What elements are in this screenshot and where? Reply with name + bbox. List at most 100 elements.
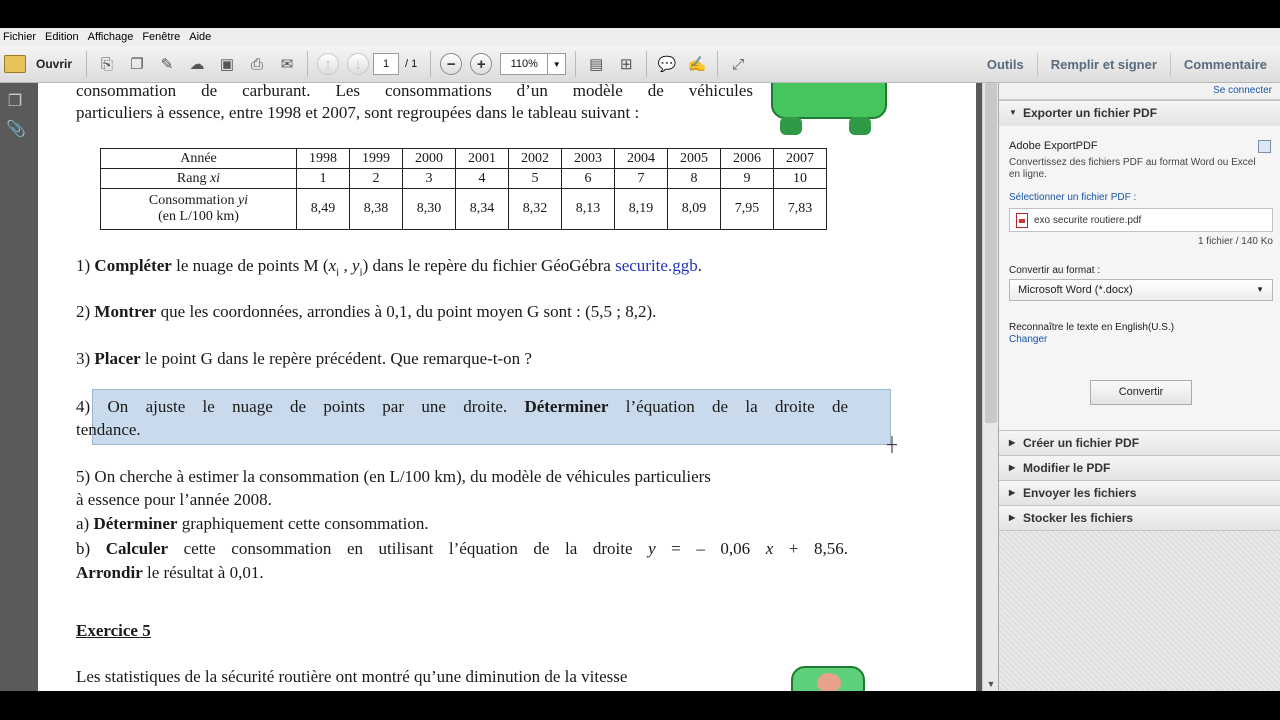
page-thumbnails-icon[interactable]: ❐	[6, 93, 24, 111]
save-icon[interactable]: ▣	[215, 52, 239, 76]
table-cell: 8,19	[614, 188, 668, 230]
fill-sign-button[interactable]: Remplir et signer	[1038, 57, 1170, 72]
table-cell: 8,32	[508, 188, 562, 230]
intro-line: consommation de carburant. Les consommat…	[76, 83, 753, 100]
scroll-down-icon[interactable]: ▼	[983, 679, 999, 689]
fit-page-icon[interactable]: ▤	[584, 52, 608, 76]
convert-button[interactable]: Convertir	[1090, 380, 1192, 405]
change-language-link[interactable]: Changer	[1009, 334, 1047, 345]
table-cell: 2002	[508, 148, 562, 169]
menu-aide[interactable]: Aide	[186, 31, 217, 43]
table-cell: 6	[561, 168, 615, 189]
format-select[interactable]: Microsoft Word (*.docx) ▼	[1009, 279, 1273, 301]
select-pdf-label[interactable]: Sélectionner un fichier PDF :	[1009, 192, 1136, 203]
table-header-rank: Rang xi	[100, 168, 297, 189]
zoom-select[interactable]: 110% ▼	[500, 53, 567, 75]
copy-icon[interactable]	[1258, 140, 1271, 153]
triangle-right-icon: ▶	[1009, 513, 1016, 522]
email-icon[interactable]: ✉	[275, 52, 299, 76]
chevron-down-icon: ▼	[1256, 285, 1264, 294]
upload-cloud-icon[interactable]: ☁	[185, 52, 209, 76]
send-files-section-header[interactable]: ▶ Envoyer les fichiers	[999, 480, 1280, 505]
exercise-5-line1: Les statistiques de la sécurité routière…	[76, 667, 628, 686]
zoom-in-icon[interactable]: +	[470, 53, 493, 75]
document-viewer[interactable]: consommation de carburant. Les consommat…	[30, 83, 998, 691]
question-5c: Arrondir le résultat à 0,01.	[76, 563, 264, 582]
highlight-icon[interactable]: ✍	[685, 52, 709, 76]
toolbar-divider	[575, 51, 577, 77]
store-files-section-header[interactable]: ▶ Stocker les fichiers	[999, 505, 1280, 530]
table-cell: 7,83	[773, 188, 827, 230]
zoom-value: 110%	[510, 58, 538, 70]
question-5a: a) Déterminer graphiquement cette consom…	[76, 514, 429, 533]
table-header-year: Année	[100, 148, 297, 169]
toolbar-divider	[86, 51, 88, 77]
selected-file-box[interactable]: exo securite routiere.pdf	[1009, 208, 1273, 232]
export-pdf-panel: Adobe ExportPDF Convertissez des fichier…	[999, 126, 1280, 430]
question-3: 3) Placer le point G dans le repère préc…	[76, 349, 532, 368]
chevron-down-icon[interactable]: ▼	[547, 54, 565, 74]
create-pdf-section-header[interactable]: ▶ Créer un fichier PDF	[999, 430, 1280, 455]
folder-icon	[4, 55, 26, 73]
table-cell: 9	[720, 168, 774, 189]
table-cell: 5	[508, 168, 562, 189]
table-cell: 8,34	[455, 188, 509, 230]
table-cell: 2	[349, 168, 403, 189]
navigation-pane: ❐ 📎	[0, 83, 30, 691]
print-icon[interactable]: ⎙	[245, 52, 269, 76]
table-cell: 8,30	[402, 188, 456, 230]
data-table: Année 1998 1999 2000 2001 2002 2003 2004…	[100, 148, 827, 230]
question-5b: b) Calculer cette consommation en utilis…	[76, 539, 848, 558]
table-cell: 8,13	[561, 188, 615, 230]
menu-fichier[interactable]: Fichier	[0, 31, 42, 43]
combine-files-icon[interactable]: ❐	[125, 52, 149, 76]
next-page-icon[interactable]: ↓	[347, 53, 370, 75]
menu-fenetre[interactable]: Fenêtre	[139, 31, 186, 43]
car-wheel	[849, 117, 871, 135]
tools-pane: Se connecter ▼ Exporter un fichier PDF A…	[998, 83, 1280, 691]
toolbar: Ouvrir ⎘ ❐ ✎ ☁ ▣ ⎙ ✉ ↑ ↓ 1 / 1 − + 110% …	[0, 46, 1280, 83]
export-pdf-section-header[interactable]: ▼ Exporter un fichier PDF	[999, 100, 1280, 125]
crosshair-cursor-icon: ┼	[887, 438, 897, 453]
sign-in-link[interactable]: Se connecter	[999, 83, 1280, 100]
attachments-icon[interactable]: 📎	[6, 121, 26, 139]
table-cell: 8,09	[667, 188, 721, 230]
table-header-consumption: Consommation yi (en L/100 km)	[100, 188, 297, 230]
convert-to-label: Convertir au format :	[1009, 265, 1101, 276]
table-cell: 2007	[773, 148, 827, 169]
sticky-note-icon[interactable]: 💬	[655, 52, 679, 76]
create-pdf-icon[interactable]: ⎘	[95, 52, 119, 76]
triangle-down-icon: ▼	[1009, 108, 1017, 117]
table-cell: 8,49	[296, 188, 350, 230]
triangle-right-icon: ▶	[1009, 463, 1016, 472]
expand-icon[interactable]: ⤢	[726, 52, 750, 76]
car-wheel	[780, 117, 802, 135]
edit-pdf-section-header[interactable]: ▶ Modifier le PDF	[999, 455, 1280, 480]
vertical-scrollbar[interactable]: ▼	[982, 83, 998, 691]
menu-affichage[interactable]: Affichage	[85, 31, 140, 43]
menu-edition[interactable]: Edition	[42, 31, 85, 43]
ggb-file-link[interactable]: securite.ggb	[615, 256, 698, 275]
page-number-input[interactable]: 1	[373, 53, 400, 75]
table-cell: 2004	[614, 148, 668, 169]
table-cell: 8,38	[349, 188, 403, 230]
fit-width-icon[interactable]: ⊞	[614, 52, 638, 76]
driver-face	[817, 673, 841, 691]
scrollbar-thumb[interactable]	[985, 83, 997, 423]
edit-icon[interactable]: ✎	[155, 52, 179, 76]
question-5: 5) On cherche à estimer la consommation …	[76, 467, 711, 486]
export-description: Convertissez des fichiers PDF au format …	[1009, 157, 1256, 180]
toolbar-divider	[307, 51, 309, 77]
table-cell: 1999	[349, 148, 403, 169]
tools-button[interactable]: Outils	[974, 57, 1037, 72]
comment-button[interactable]: Commentaire	[1171, 57, 1280, 72]
table-cell: 7,95	[720, 188, 774, 230]
previous-page-icon[interactable]: ↑	[317, 53, 340, 75]
zoom-out-icon[interactable]: −	[440, 53, 463, 75]
open-button[interactable]: Ouvrir	[4, 55, 72, 73]
file-info: 1 fichier / 140 Ko	[1197, 236, 1273, 247]
table-cell: 2006	[720, 148, 774, 169]
menu-bar: Fichier Edition Affichage Fenêtre Aide	[0, 28, 1280, 46]
pdf-file-icon	[1016, 212, 1028, 228]
toolbar-divider	[646, 51, 648, 77]
